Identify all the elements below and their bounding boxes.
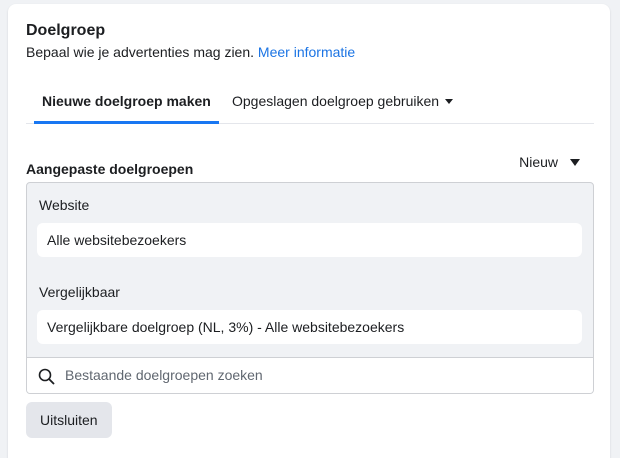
- audience-card: Doelgroep Bepaal wie je advertenties mag…: [8, 4, 610, 458]
- website-group-label: Website: [39, 197, 90, 213]
- more-info-link[interactable]: Meer informatie: [258, 44, 355, 60]
- search-placeholder: Bestaande doelgroepen zoeken: [65, 367, 263, 383]
- lookalike-audience-item[interactable]: Vergelijkbare doelgroep (NL, 3%) - Alle …: [37, 310, 582, 344]
- section-title: Doelgroep: [26, 22, 106, 39]
- new-audience-label: Nieuw: [519, 154, 558, 170]
- tab-new-audience[interactable]: Nieuwe doelgroep maken: [34, 84, 219, 124]
- search-icon: [38, 368, 55, 385]
- tab-saved-audience[interactable]: Opgeslagen doelgroep gebruiken: [224, 84, 461, 124]
- website-audience-item[interactable]: Alle websitebezoekers: [37, 223, 582, 257]
- tab-new-audience-label: Nieuwe doelgroep maken: [42, 93, 211, 109]
- custom-audiences-box: Website Alle websitebezoekers Vergelijkb…: [26, 182, 594, 394]
- exclude-button[interactable]: Uitsluiten: [26, 402, 112, 438]
- lookalike-group-label: Vergelijkbaar: [39, 284, 120, 300]
- caret-down-icon: [445, 98, 454, 104]
- caret-down-icon: [570, 158, 580, 166]
- audience-search-input[interactable]: Bestaande doelgroepen zoeken: [27, 357, 593, 393]
- section-subtitle: Bepaal wie je advertenties mag zien. Mee…: [26, 44, 355, 60]
- audience-tabs: Nieuwe doelgroep maken Opgeslagen doelgr…: [26, 84, 594, 124]
- new-audience-dropdown[interactable]: Nieuw: [519, 154, 580, 170]
- custom-audiences-label: Aangepaste doelgroepen: [26, 161, 194, 177]
- subtitle-text: Bepaal wie je advertenties mag zien.: [26, 44, 255, 60]
- tab-saved-audience-label: Opgeslagen doelgroep gebruiken: [232, 93, 440, 109]
